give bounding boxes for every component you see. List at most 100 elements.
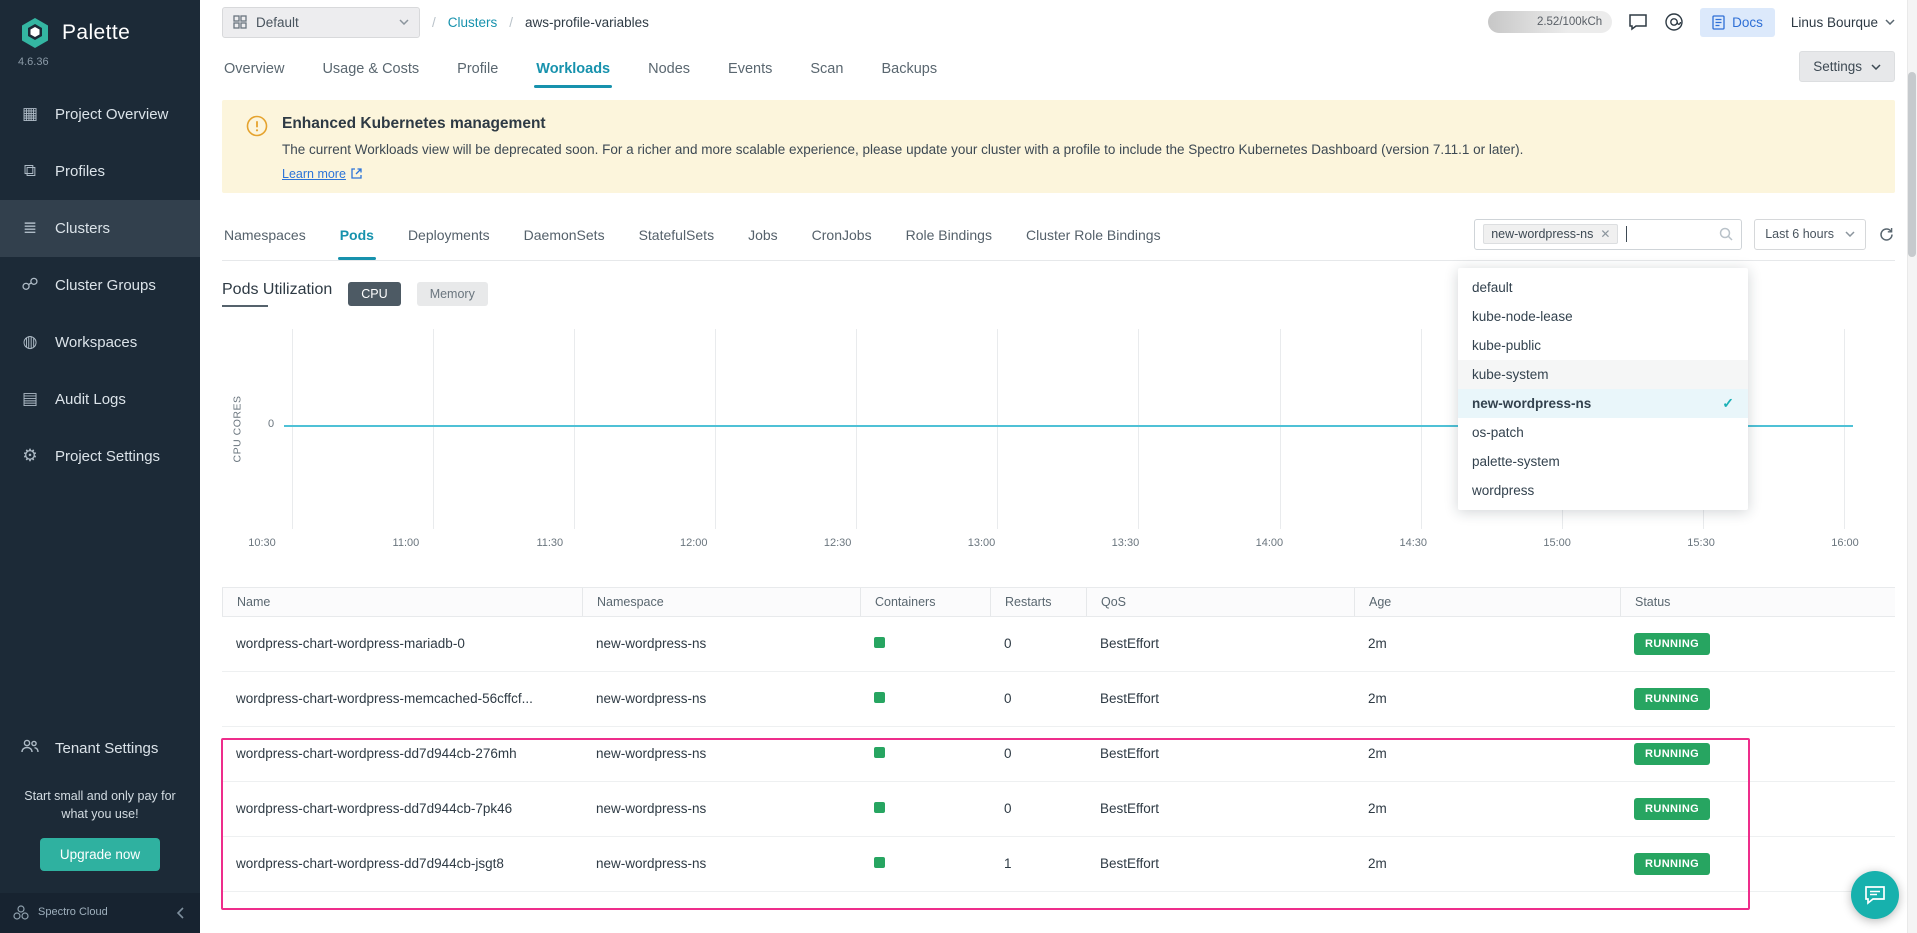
sidebar-item-profiles[interactable]: ⧉ Profiles	[0, 143, 200, 200]
namespace-option-palette-system[interactable]: palette-system ✓	[1458, 447, 1748, 476]
table-body: wordpress-chart-wordpress-mariadb-0 new-…	[222, 617, 1895, 892]
namespace-filter-input[interactable]: new-wordpress-ns ✕	[1474, 219, 1742, 250]
workload-tab-cluster-role-bindings[interactable]: Cluster Role Bindings	[1024, 210, 1163, 259]
namespace-option-label: kube-node-lease	[1472, 309, 1573, 324]
remove-tag-icon[interactable]: ✕	[1600, 228, 1610, 240]
palette-logo[interactable]: Palette	[0, 0, 200, 52]
banner-body: The current Workloads view will be depre…	[282, 141, 1871, 160]
column-header[interactable]: Restarts	[990, 588, 1086, 616]
workload-tab-namespaces[interactable]: Namespaces	[222, 210, 308, 259]
workload-tab-label: Jobs	[748, 227, 778, 243]
sidebar-item-project-settings[interactable]: ⚙ Project Settings	[0, 428, 200, 485]
upgrade-now-button[interactable]: Upgrade now	[40, 838, 160, 871]
y-axis-label-text: CPU CORES	[231, 395, 243, 462]
support-at-icon[interactable]	[1664, 12, 1684, 32]
x-tick-label: 13:00	[961, 537, 1003, 549]
column-header[interactable]: Age	[1354, 588, 1620, 616]
check-icon: ✓	[1722, 395, 1734, 412]
containers-cell	[860, 691, 990, 706]
workload-tab-label: CronJobs	[812, 227, 872, 243]
column-header[interactable]: Name	[222, 588, 582, 616]
usage-meter: 2.52/100kCh	[1488, 11, 1612, 33]
x-tick-label: 13:30	[1104, 537, 1146, 549]
workload-tab-jobs[interactable]: Jobs	[746, 210, 780, 259]
workload-tab-statefulsets[interactable]: StatefulSets	[637, 210, 717, 259]
column-header[interactable]: Containers	[860, 588, 990, 616]
chat-icon[interactable]	[1628, 13, 1648, 31]
tab-events[interactable]: Events	[726, 51, 774, 90]
docs-button[interactable]: Docs	[1700, 8, 1775, 37]
breadcrumb-clusters-link[interactable]: Clusters	[448, 15, 498, 30]
namespace-option-os-patch[interactable]: os-patch ✓	[1458, 418, 1748, 447]
table-row-row-5[interactable]: wordpress-chart-wordpress-dd7d944cb-jsgt…	[222, 837, 1895, 892]
age-cell: 2m	[1354, 691, 1620, 706]
tab-label: Profile	[457, 61, 498, 77]
workload-tab-daemonsets[interactable]: DaemonSets	[522, 210, 607, 259]
user-menu[interactable]: Linus Bourque	[1791, 15, 1895, 30]
scrollbar-track[interactable]	[1907, 0, 1917, 933]
refresh-icon[interactable]	[1878, 226, 1895, 243]
workload-tab-deployments[interactable]: Deployments	[406, 210, 492, 259]
column-header[interactable]: Status	[1620, 588, 1895, 616]
sidebar-item-project-overview[interactable]: ▦ Project Overview	[0, 86, 200, 143]
namespace-option-default[interactable]: default ✓	[1458, 273, 1748, 302]
tab-workloads[interactable]: Workloads	[534, 51, 612, 90]
workload-tab-cronjobs[interactable]: CronJobs	[810, 210, 874, 259]
namespace-option-new-wordpress-ns[interactable]: new-wordpress-ns ✓	[1458, 389, 1748, 418]
time-range-selector[interactable]: Last 6 hours	[1754, 219, 1866, 250]
tab-backups[interactable]: Backups	[879, 51, 939, 90]
table-row-row-3[interactable]: wordpress-chart-wordpress-dd7d944cb-276m…	[222, 727, 1895, 782]
project-selector[interactable]: Default	[222, 7, 420, 38]
tab-nodes[interactable]: Nodes	[646, 51, 692, 90]
namespace-option-label: new-wordpress-ns	[1472, 396, 1591, 411]
namespace-option-kube-node-lease[interactable]: kube-node-lease ✓	[1458, 302, 1748, 331]
column-header[interactable]: Namespace	[582, 588, 860, 616]
text-cursor	[1626, 226, 1627, 242]
table-row-row-4[interactable]: wordpress-chart-wordpress-dd7d944cb-7pk4…	[222, 782, 1895, 837]
sidebar-item-cluster-groups[interactable]: ☍ Cluster Groups	[0, 257, 200, 314]
settings-button[interactable]: Settings	[1799, 51, 1895, 82]
status-badge: RUNNING	[1634, 798, 1710, 820]
restarts-cell: 0	[990, 746, 1086, 761]
people-icon	[19, 739, 41, 757]
learn-more-link[interactable]: Learn more	[282, 167, 362, 181]
pod-name-cell: wordpress-chart-wordpress-mariadb-0	[222, 636, 582, 651]
table-row-row-1[interactable]: wordpress-chart-wordpress-mariadb-0 new-…	[222, 617, 1895, 672]
qos-cell: BestEffort	[1086, 691, 1354, 706]
top-bar: Default / Clusters / aws-profile-variabl…	[200, 0, 1917, 44]
sidebar-item-workspaces[interactable]: ◍ Workspaces	[0, 314, 200, 371]
status-badge: RUNNING	[1634, 633, 1710, 655]
tab-scan[interactable]: Scan	[808, 51, 845, 90]
memory-toggle-chip[interactable]: Memory	[417, 282, 488, 306]
tab-overview[interactable]: Overview	[222, 51, 286, 90]
namespace-option-kube-public[interactable]: kube-public ✓	[1458, 331, 1748, 360]
sidebar-item-tenant-settings[interactable]: Tenant Settings	[0, 720, 200, 777]
tenant-settings-label: Tenant Settings	[55, 740, 158, 757]
workload-tab-pods[interactable]: Pods	[338, 210, 376, 259]
workload-tab-label: DaemonSets	[524, 227, 605, 243]
brand-name: Palette	[62, 21, 130, 45]
gridline	[1421, 329, 1422, 529]
namespace-option-kube-system[interactable]: kube-system ✓	[1458, 360, 1748, 389]
collapse-sidebar-icon[interactable]	[174, 906, 188, 920]
tab-profile[interactable]: Profile	[455, 51, 500, 90]
workload-tab-role-bindings[interactable]: Role Bindings	[904, 210, 994, 259]
main-area: Default / Clusters / aws-profile-variabl…	[200, 0, 1917, 933]
sidebar-item-audit-logs[interactable]: ▤ Audit Logs	[0, 371, 200, 428]
container-ready-indicator	[874, 692, 885, 703]
namespace-option-wordpress[interactable]: wordpress ✓	[1458, 476, 1748, 505]
sidebar-item-clusters[interactable]: ≣ Clusters	[0, 200, 200, 257]
table-row-row-2[interactable]: wordpress-chart-wordpress-memcached-56cf…	[222, 672, 1895, 727]
tab-label: Events	[728, 61, 772, 77]
column-header[interactable]: QoS	[1086, 588, 1354, 616]
sidebar-item-label: Workspaces	[55, 334, 137, 351]
cpu-toggle-chip[interactable]: CPU	[348, 282, 400, 306]
tab-usage-costs[interactable]: Usage & Costs	[320, 51, 421, 90]
age-cell: 2m	[1354, 636, 1620, 651]
scrollbar-thumb[interactable]	[1908, 72, 1916, 257]
deprecation-banner: Enhanced Kubernetes management The curre…	[222, 100, 1895, 193]
containers-cell	[860, 801, 990, 816]
qos-cell: BestEffort	[1086, 636, 1354, 651]
chat-fab-button[interactable]	[1851, 871, 1899, 919]
qos-cell: BestEffort	[1086, 856, 1354, 871]
